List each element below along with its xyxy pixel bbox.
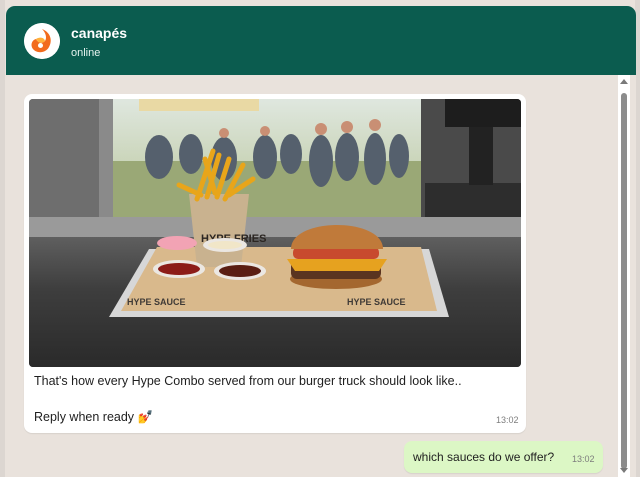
chat-header: canapés online bbox=[6, 6, 636, 75]
message-timestamp: 13:02 bbox=[496, 415, 519, 425]
scroll-thumb[interactable] bbox=[621, 93, 627, 469]
scroll-down-arrow-icon[interactable] bbox=[620, 468, 628, 473]
incoming-message-bubble: HYPE SAUCE HYPE SAUCE HYPE FRIES bbox=[24, 94, 526, 433]
chat-area[interactable]: HYPE SAUCE HYPE SAUCE HYPE FRIES bbox=[6, 75, 636, 477]
outgoing-message-bubble: which sauces do we offer? 13:02 bbox=[404, 441, 603, 473]
message-image[interactable]: HYPE SAUCE HYPE SAUCE HYPE FRIES bbox=[29, 99, 521, 367]
outgoing-message-timestamp: 13:02 bbox=[572, 454, 595, 464]
tray-print-text-2: HYPE SAUCE bbox=[347, 297, 406, 307]
outgoing-message-text: which sauces do we offer? bbox=[413, 450, 555, 464]
contact-status: online bbox=[71, 47, 101, 59]
burger-combo-photo: HYPE SAUCE HYPE SAUCE HYPE FRIES bbox=[29, 99, 521, 367]
brand-logo-icon bbox=[24, 23, 60, 59]
scroll-up-arrow-icon[interactable] bbox=[620, 79, 628, 84]
message-reply-text: Reply when ready bbox=[34, 410, 135, 424]
contact-avatar[interactable] bbox=[24, 23, 60, 59]
chat-scrollbar[interactable] bbox=[618, 75, 630, 477]
nail-polish-emoji: 💅 bbox=[137, 410, 154, 424]
tray-print-text: HYPE SAUCE bbox=[127, 297, 186, 307]
message-text: That's how every Hype Combo served from … bbox=[34, 374, 462, 388]
message-reply-line: Reply when ready 💅 bbox=[34, 410, 153, 425]
contact-name[interactable]: canapés bbox=[71, 25, 127, 41]
